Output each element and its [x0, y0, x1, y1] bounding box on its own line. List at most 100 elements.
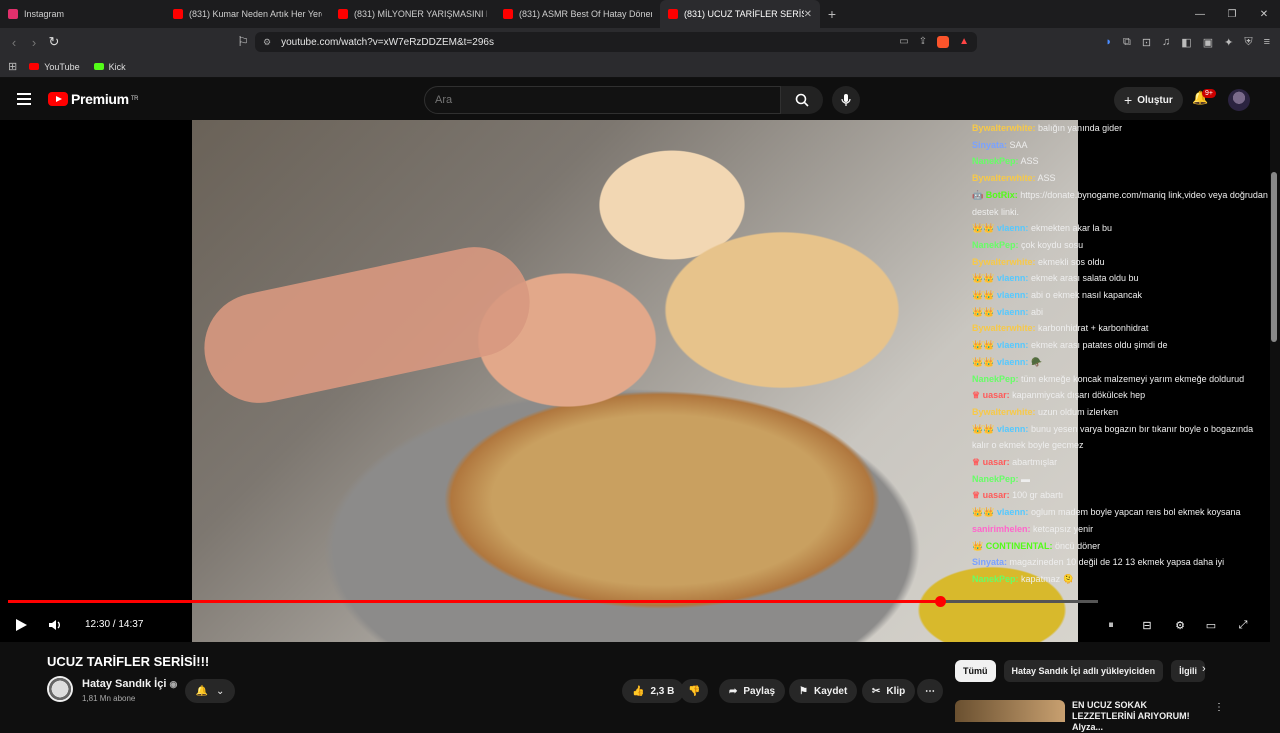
reload-icon[interactable]: ↻ — [44, 34, 64, 50]
chat-text: çok koydu sosu — [1021, 239, 1084, 250]
chat-text: ekmek arası salata oldu bu — [1030, 273, 1139, 284]
browser-tab[interactable]: Instagram — [0, 0, 165, 28]
share-page-icon[interactable]: ⇪ — [919, 36, 927, 48]
youtube-favicon-icon — [503, 9, 513, 19]
chat-message: Bywalterwhite: uzun oldum izlerken — [972, 404, 1272, 421]
chat-username: ♕ uasar: — [972, 490, 1010, 501]
logo-text: Premium — [71, 91, 129, 107]
recommendation-chips: Tümü Hatay Sandık İçi adlı yükleyiciden … — [955, 660, 1206, 682]
account-avatar[interactable] — [1228, 89, 1250, 111]
bookmark-item[interactable]: YouTube — [29, 62, 80, 72]
wallet-icon[interactable]: ▣ — [1203, 36, 1213, 49]
close-window-icon[interactable]: ✕ — [1248, 0, 1280, 28]
chat-username: NanekPep: — [972, 239, 1019, 250]
chat-message: 👑👑 vlaenn: ekmek arası patates oldu şimd… — [972, 337, 1272, 354]
menu-icon[interactable]: ≡ — [1264, 36, 1270, 48]
chat-message: NanekPep: çok koydu sosu — [972, 237, 1272, 254]
search-button[interactable] — [781, 86, 823, 114]
music-icon[interactable]: ♫ — [1162, 36, 1170, 48]
progress-scrubber[interactable] — [934, 596, 946, 607]
theater-mode-icon[interactable]: ▭ — [1202, 616, 1220, 634]
chat-username: ♕ uasar: — [972, 457, 1010, 468]
url-field[interactable]: ⚙ youtube.com/watch?v=xW7eRzDDZEM&t=296s… — [255, 32, 977, 52]
chat-message: 👑👑 vlaenn: abi o ekmek nasıl kapancak — [972, 287, 1272, 304]
more-actions-button[interactable]: ⋯ — [917, 679, 943, 703]
browser-tab-bar: Instagram (831) Kumar Neden Artık Her Yer… — [0, 0, 1280, 28]
settings-gear-icon[interactable]: ⚙ — [1171, 616, 1189, 634]
speech-icon[interactable]: ◗ — [1105, 36, 1112, 48]
chat-text: magazineden 10 değil de 12 13 ekmek yaps… — [1009, 557, 1225, 568]
vpn-icon[interactable]: ⛨ — [1244, 36, 1252, 49]
browser-tab[interactable]: (831) MİLYONER YARIŞMASINI DOLA — [330, 0, 495, 28]
new-tab-button[interactable]: + — [820, 6, 844, 22]
chat-username: Bywalterwhite: — [972, 123, 1036, 133]
chip-all[interactable]: Tümü — [955, 660, 996, 682]
chips-next-icon[interactable]: › — [1202, 663, 1206, 675]
browser-tab[interactable]: (831) Kumar Neden Artık Her Yerde? — [165, 0, 330, 28]
youtube-premium-logo[interactable]: Premium TR — [48, 91, 139, 107]
recommendation-title[interactable]: EN UCUZ SOKAK LEZZETLERİNİ ARIYORUM! Aly… — [1072, 700, 1212, 733]
apps-grid-icon[interactable]: ⊞ — [8, 60, 17, 73]
video-player[interactable]: Bywalterwhite: balığın yanında gider Siny… — [0, 120, 1270, 642]
bookmark-item[interactable]: Kick — [93, 62, 126, 72]
chat-text: ekmekli sos oldu — [1038, 256, 1105, 267]
share-label: Paylaş — [743, 685, 776, 697]
recommendation-menu-icon[interactable]: ⋮ — [1214, 702, 1224, 713]
chat-text: balığın yanında gider — [1038, 123, 1123, 133]
youtube-favicon-icon — [338, 9, 348, 19]
leo-icon[interactable]: ✦ — [1224, 36, 1233, 49]
channel-avatar[interactable] — [47, 676, 73, 702]
browser-tab[interactable]: (831) ASMR Best Of Hatay Döner Acı — [495, 0, 660, 28]
play-icon[interactable] — [15, 618, 28, 632]
channel-name[interactable]: Hatay Sandık İçi ◉ — [82, 678, 177, 690]
tab-label: (831) ASMR Best Of Hatay Döner Acı — [519, 9, 652, 19]
close-tab-icon[interactable]: ✕ — [804, 9, 812, 20]
brave-rewards-icon[interactable]: ▲ — [959, 36, 969, 48]
chat-message: Sinyata: SAA — [972, 137, 1272, 154]
save-button[interactable]: ⚑ Kaydet — [789, 679, 858, 703]
clip-button[interactable]: ✂ Klip — [862, 679, 916, 703]
share-button[interactable]: ➦ Paylaş — [719, 679, 786, 703]
voice-search-button[interactable] — [832, 86, 860, 114]
translate-icon[interactable]: ⧉ — [1123, 36, 1131, 49]
hamburger-menu-icon[interactable] — [17, 93, 31, 105]
forward-icon[interactable]: › — [24, 35, 44, 50]
time-display: 12:30 / 14:37 — [85, 619, 144, 630]
minimize-icon[interactable]: — — [1184, 0, 1216, 28]
maximize-icon[interactable]: ❐ — [1216, 0, 1248, 28]
create-button[interactable]: + Oluştur — [1114, 87, 1183, 113]
chat-message: NanekPep: tüm ekmeğe koncak malzemeyi ya… — [972, 371, 1272, 388]
chat-username: 👑👑 vlaenn: — [972, 356, 1029, 367]
channel-name-text: Hatay Sandık İçi — [82, 678, 167, 690]
progress-bar[interactable] — [8, 596, 1098, 607]
brave-shield-icon[interactable] — [937, 36, 950, 48]
like-button[interactable]: 👍 2,3 B — [622, 679, 685, 703]
chat-text: kapatmaz 🫠 — [1021, 573, 1074, 584]
bookmark-icon[interactable]: ⚐ — [233, 34, 253, 50]
chat-message: Bywalterwhite: balığın yanında gider — [972, 120, 1272, 137]
subscription-bell-button[interactable]: 🔔 ⌄ — [185, 679, 235, 703]
browser-tab[interactable]: (831) UCUZ TARİFLER SERİSİ!!!✕ — [660, 0, 820, 28]
video-frame[interactable] — [192, 120, 1078, 642]
sidebar-icon[interactable]: ◧ — [1181, 36, 1191, 49]
subtitles-icon[interactable]: ⊟ — [1138, 616, 1156, 634]
chat-message: 👑👑 vlaenn: ekmekten akar la bu — [972, 220, 1272, 237]
chat-text: karbonhidrat + karbonhidrat — [1038, 323, 1149, 334]
chip-from-uploader[interactable]: Hatay Sandık İçi adlı yükleyiciden — [1003, 660, 1164, 682]
volume-icon[interactable] — [48, 618, 62, 632]
site-info-icon[interactable]: ⚙ — [263, 37, 271, 48]
recommendation-thumbnail[interactable] — [955, 700, 1065, 722]
dislike-button[interactable]: 👎 — [680, 679, 709, 703]
chip-related[interactable]: İlgili — [1171, 660, 1206, 682]
bookmarks-bar: ⊞ YouTube Kick — [0, 56, 1280, 78]
search-input[interactable] — [424, 86, 781, 114]
tab-label: (831) MİLYONER YARIŞMASINI DOLA — [354, 9, 487, 19]
back-icon[interactable]: ‹ — [4, 35, 24, 50]
chat-username: 🤖 BotRix: — [972, 189, 1018, 200]
fullscreen-icon[interactable]: ⤢ — [1234, 616, 1252, 634]
clip-label: Klip — [886, 685, 906, 697]
autoplay-toggle-icon[interactable]: ⏸ — [1102, 616, 1120, 634]
page-scrollbar[interactable] — [1271, 172, 1277, 342]
cast-icon[interactable]: ▭ — [899, 36, 908, 48]
screenshot-icon[interactable]: ⊡ — [1142, 36, 1151, 49]
